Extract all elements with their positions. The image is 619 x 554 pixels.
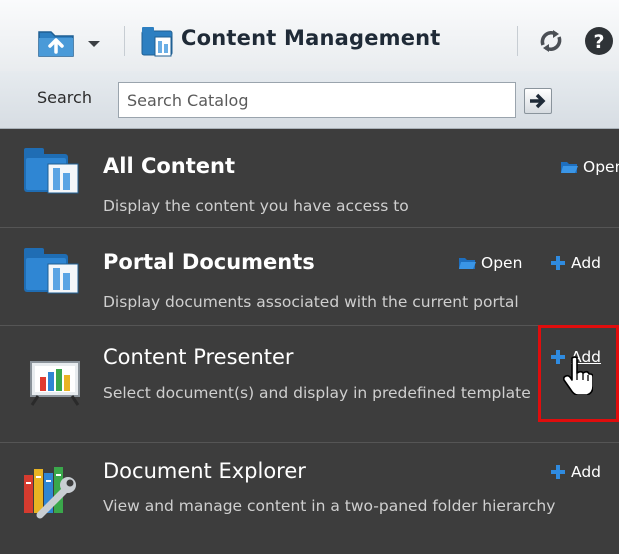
plus-icon bbox=[551, 465, 565, 479]
hand-cursor-icon bbox=[562, 355, 594, 399]
content-list: All Content Display the content you have… bbox=[0, 130, 619, 554]
add-label: Add bbox=[571, 463, 602, 481]
toolbar-separator bbox=[124, 26, 125, 56]
item-description: View and manage content in a two-paned f… bbox=[103, 497, 556, 515]
add-label: Add bbox=[571, 254, 602, 272]
toolbar-separator bbox=[517, 26, 518, 56]
add-button[interactable]: Add bbox=[550, 463, 601, 481]
chevron-down-icon[interactable] bbox=[87, 34, 101, 53]
item-description: Select document(s) and display in predef… bbox=[103, 384, 531, 402]
open-folder-icon bbox=[561, 162, 578, 173]
books-wrench-icon bbox=[20, 463, 78, 523]
search-input[interactable] bbox=[118, 82, 516, 118]
folder-up-icon[interactable] bbox=[37, 24, 75, 62]
toolbar: Content Management ? bbox=[0, 0, 619, 71]
search-label: Search bbox=[37, 88, 92, 107]
presenter-chart-icon bbox=[28, 360, 82, 410]
open-label: Open bbox=[481, 254, 523, 272]
item-description: Display the content you have access to bbox=[103, 197, 409, 215]
page-title: Content Management bbox=[181, 26, 441, 50]
arrow-right-icon bbox=[530, 93, 546, 109]
item-title: Content Presenter bbox=[103, 345, 294, 369]
item-title: Document Explorer bbox=[103, 459, 306, 483]
content-management-icon bbox=[141, 25, 175, 61]
list-item[interactable]: All Content Display the content you have… bbox=[0, 130, 619, 228]
plus-icon bbox=[551, 256, 565, 270]
svg-text:?: ? bbox=[593, 31, 604, 53]
item-title: Portal Documents bbox=[103, 250, 315, 274]
open-button[interactable]: Open bbox=[458, 254, 522, 272]
open-button[interactable]: Open bbox=[560, 158, 619, 176]
folder-stack-icon bbox=[22, 246, 80, 298]
item-title: All Content bbox=[103, 154, 236, 178]
list-item[interactable]: Content Presenter Select document(s) and… bbox=[0, 326, 619, 443]
search-go-button[interactable] bbox=[524, 88, 552, 114]
folder-stack-icon bbox=[22, 146, 80, 198]
open-label: Open bbox=[583, 158, 619, 176]
list-item[interactable]: Portal Documents Display documents assoc… bbox=[0, 228, 619, 326]
list-item[interactable]: Document Explorer View and manage conten… bbox=[0, 443, 619, 554]
help-icon[interactable]: ? bbox=[584, 26, 614, 60]
item-description: Display documents associated with the cu… bbox=[103, 293, 519, 311]
add-button[interactable]: Add bbox=[550, 254, 601, 272]
open-folder-icon bbox=[459, 258, 476, 269]
refresh-icon[interactable] bbox=[537, 27, 565, 59]
